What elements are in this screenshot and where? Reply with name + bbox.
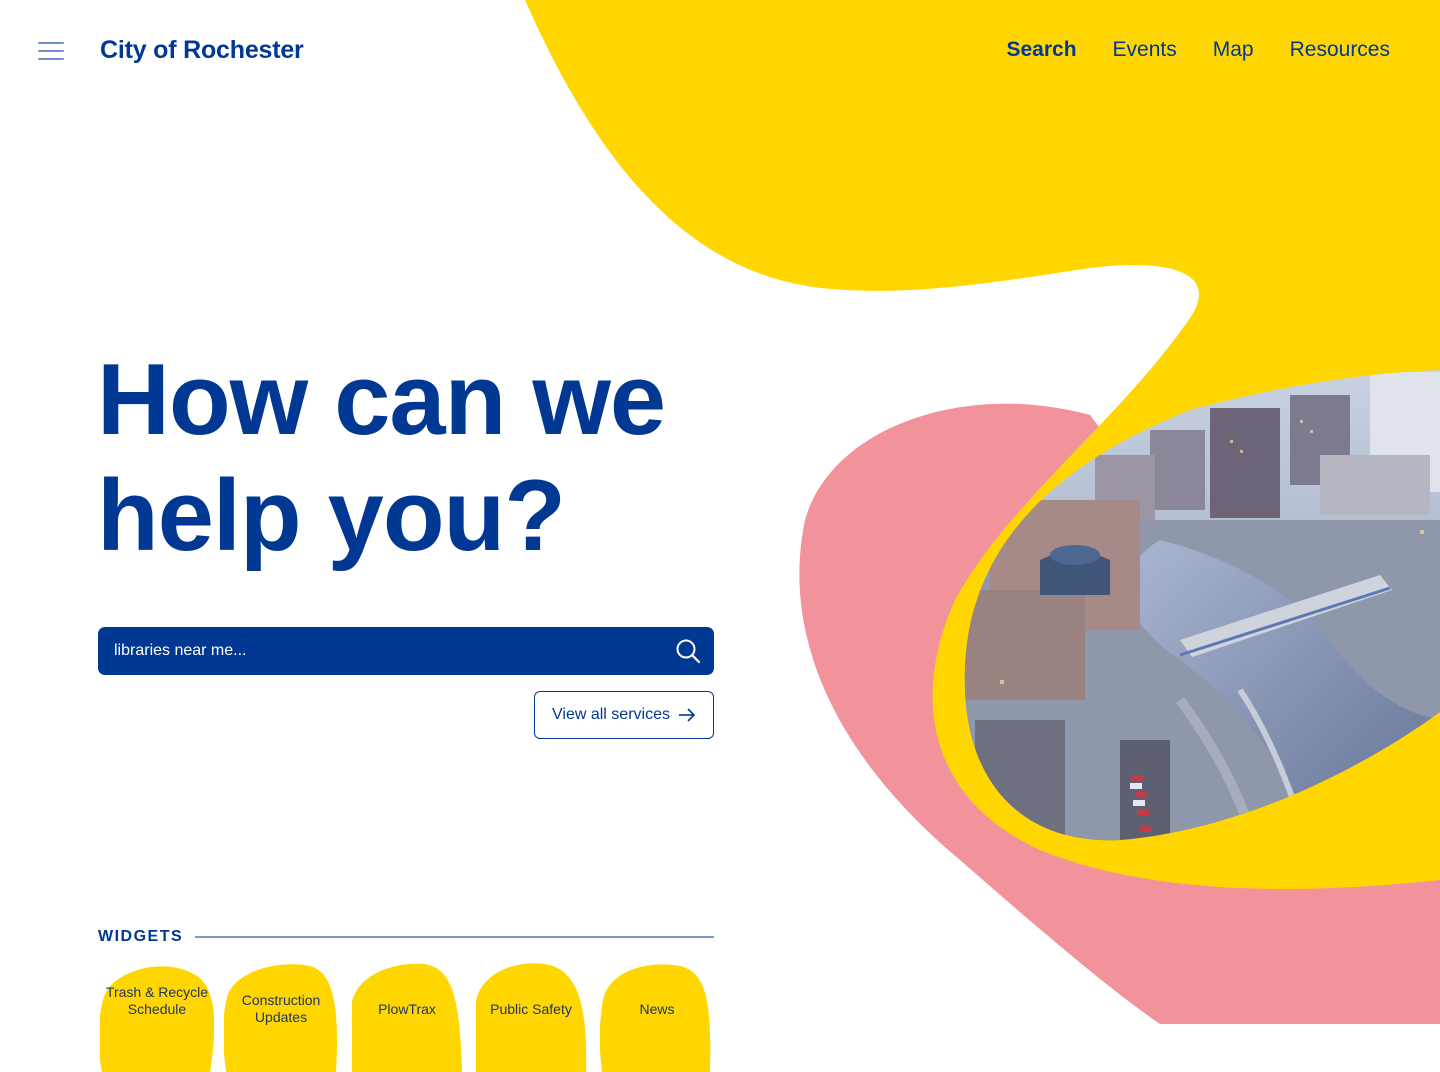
widget-plowtrax[interactable]: PlowTrax — [350, 962, 464, 1072]
view-all-services-button[interactable]: View all services — [534, 691, 714, 739]
widget-label: Public Safety — [490, 1001, 572, 1017]
nav-item-events[interactable]: Events — [1113, 38, 1177, 62]
widget-news[interactable]: News — [600, 962, 714, 1072]
site-header: City of Rochester Search Events Map Reso… — [0, 0, 1440, 106]
hero-heading: How can we help you? — [97, 342, 666, 574]
widgets-heading: WIDGETS — [98, 928, 714, 946]
hero-heading-line2: help you? — [97, 460, 566, 572]
site-logo-link[interactable]: City of Rochester — [100, 36, 304, 65]
widgets-heading-label: WIDGETS — [98, 928, 184, 945]
widget-public-safety[interactable]: Public Safety — [474, 962, 588, 1072]
main-nav: Search Events Map Resources — [1007, 38, 1391, 62]
search-input[interactable] — [98, 627, 658, 675]
widget-label: PlowTrax — [378, 1001, 436, 1017]
widget-construction-updates[interactable]: Construction Updates — [224, 962, 338, 1072]
widget-label: Trash & Recycle Schedule — [105, 984, 209, 1017]
menu-icon[interactable] — [38, 40, 66, 62]
search-icon[interactable] — [672, 635, 704, 667]
search-bar — [98, 627, 714, 675]
view-all-services-label: View all services — [552, 706, 670, 723]
nav-item-map[interactable]: Map — [1213, 38, 1254, 62]
widget-label: News — [639, 1001, 675, 1017]
arrow-right-icon — [678, 708, 696, 722]
widget-label: Construction Updates — [241, 992, 321, 1025]
nav-item-resources[interactable]: Resources — [1290, 38, 1390, 62]
widgets-divider — [195, 936, 714, 938]
hero-heading-line1: How can we — [97, 344, 666, 456]
nav-item-search[interactable]: Search — [1007, 38, 1077, 62]
widget-trash-recycle[interactable]: Trash & Recycle Schedule — [100, 962, 214, 1072]
